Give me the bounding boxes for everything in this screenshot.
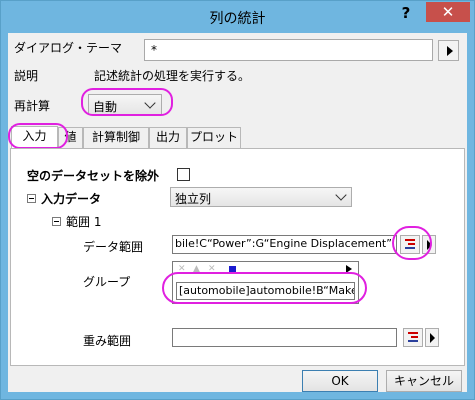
exclude-empty-checkbox[interactable]: [177, 168, 190, 181]
dialog-window: 列の統計 ? ✕ ダイアログ・テーマ * 説明 記述統計の処理を実行する。 再計…: [0, 0, 475, 400]
description-label: 説明: [14, 69, 39, 83]
input-tab-panel: 空のデータセットを除外 入力データ 独立列 範囲 1 データ範囲 bile!C“…: [10, 148, 465, 366]
weight-range-select-button[interactable]: [403, 328, 423, 347]
weight-range-label: 重み範囲: [83, 334, 132, 348]
description-text: 記述統計の処理を実行する。: [94, 69, 251, 83]
input-data-select[interactable]: 独立列: [170, 187, 352, 207]
close-button[interactable]: ✕: [426, 2, 470, 22]
data-range-label: データ範囲: [83, 240, 144, 254]
highlight-input-tab: [8, 123, 68, 149]
highlight-recalculate: [81, 88, 173, 116]
range-collapse-toggle[interactable]: [52, 217, 61, 226]
input-data-label: 入力データ: [41, 192, 102, 206]
dialog-theme-label: ダイアログ・テーマ: [14, 41, 123, 55]
exclude-empty-label: 空のデータセットを除外: [27, 169, 160, 183]
title-bar[interactable]: 列の統計 ? ✕: [1, 1, 474, 33]
help-button[interactable]: ?: [393, 3, 419, 23]
tab-plot[interactable]: プロット: [187, 127, 241, 148]
group-label: グループ: [83, 275, 131, 289]
input-data-value: 独立列: [175, 192, 212, 206]
chevron-down-icon: [335, 189, 347, 201]
data-range-input[interactable]: bile!C“Power”:G“Engine Displacement”: [172, 235, 397, 254]
range-label: 範囲 1: [66, 215, 102, 229]
recalculate-label: 再計算: [14, 99, 51, 113]
tab-computation-control[interactable]: 計算制御: [83, 127, 149, 148]
dialog-theme-value: *: [151, 43, 157, 57]
dialog-theme-field[interactable]: *: [144, 39, 433, 61]
weight-range-menu-button[interactable]: [425, 328, 439, 347]
cancel-button[interactable]: キャンセル: [386, 370, 462, 392]
ok-button[interactable]: OK: [302, 370, 378, 392]
select-range-icon: [408, 332, 418, 343]
dialog-theme-menu-button[interactable]: [438, 40, 459, 61]
highlight-select-button: [392, 226, 432, 260]
input-data-collapse-toggle[interactable]: [27, 194, 36, 203]
highlight-group: [162, 272, 367, 304]
weight-range-input[interactable]: [172, 328, 397, 347]
dialog-client: ダイアログ・テーマ * 説明 記述統計の処理を実行する。 再計算 自動 入力 値…: [8, 33, 467, 392]
tab-output[interactable]: 出力: [149, 127, 187, 148]
